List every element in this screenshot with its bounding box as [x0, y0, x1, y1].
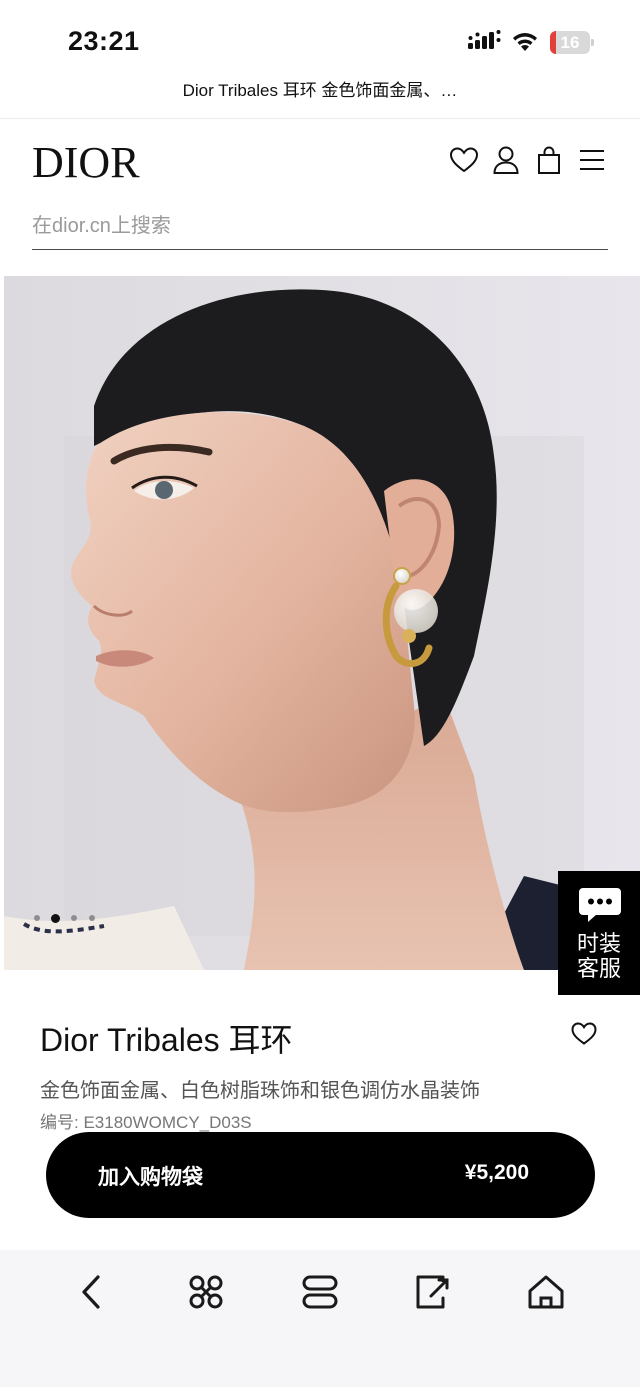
- product-description: 金色饰面金属、白色树脂珠饰和银色调仿水晶装饰: [40, 1080, 480, 1102]
- tabs-icon[interactable]: [300, 1272, 340, 1312]
- carousel-dot-active[interactable]: [51, 914, 60, 923]
- account-icon[interactable]: [490, 144, 522, 176]
- reference-label: 编号:: [40, 1113, 84, 1132]
- share-icon[interactable]: [413, 1272, 453, 1312]
- signal-icon: [468, 30, 501, 49]
- add-to-bag-label: 加入购物袋: [98, 1166, 203, 1189]
- search-input[interactable]: [32, 204, 608, 250]
- product-reference: 编号: E3180WOMCY_D03S: [40, 1108, 252, 1133]
- carousel-indicator: [30, 914, 120, 924]
- back-icon[interactable]: [73, 1272, 113, 1312]
- product-price: ¥5,200: [464, 1161, 529, 1184]
- battery-level: 16: [560, 33, 580, 52]
- home-icon[interactable]: [526, 1272, 566, 1312]
- heart-icon[interactable]: [448, 144, 480, 176]
- heart-icon[interactable]: [570, 1020, 598, 1046]
- status-bar: 23:21 16: [0, 0, 640, 70]
- model-photo: [4, 276, 640, 970]
- carousel-dot[interactable]: [89, 915, 95, 921]
- add-to-bag-button[interactable]: 加入购物袋 ¥5,200: [46, 1132, 595, 1218]
- menu-icon[interactable]: [576, 144, 608, 176]
- chat-bubble-icon: [579, 888, 621, 922]
- customer-service-button[interactable]: 时装 客服: [558, 871, 640, 995]
- status-time: 23:21: [68, 26, 140, 56]
- carousel-dot[interactable]: [34, 915, 40, 921]
- carousel-dot[interactable]: [71, 915, 77, 921]
- chat-label: 时装 客服: [576, 931, 621, 981]
- page-title[interactable]: Dior Tribales 耳环 金色饰面金属、…: [0, 76, 640, 101]
- battery-icon: 16: [550, 31, 594, 54]
- header-icons: [446, 144, 610, 176]
- wifi-icon: [513, 33, 537, 51]
- browser-toolbar: [0, 1250, 640, 1387]
- product-hero-image[interactable]: [4, 276, 640, 970]
- shortcuts-icon[interactable]: [186, 1272, 226, 1312]
- divider: [0, 118, 640, 119]
- product-name: Dior Tribales 耳环: [40, 1022, 293, 1058]
- reference-value: E3180WOMCY_D03S: [83, 1113, 252, 1132]
- dior-logo[interactable]: DIOR: [32, 137, 140, 188]
- shopping-bag-icon[interactable]: [533, 144, 565, 176]
